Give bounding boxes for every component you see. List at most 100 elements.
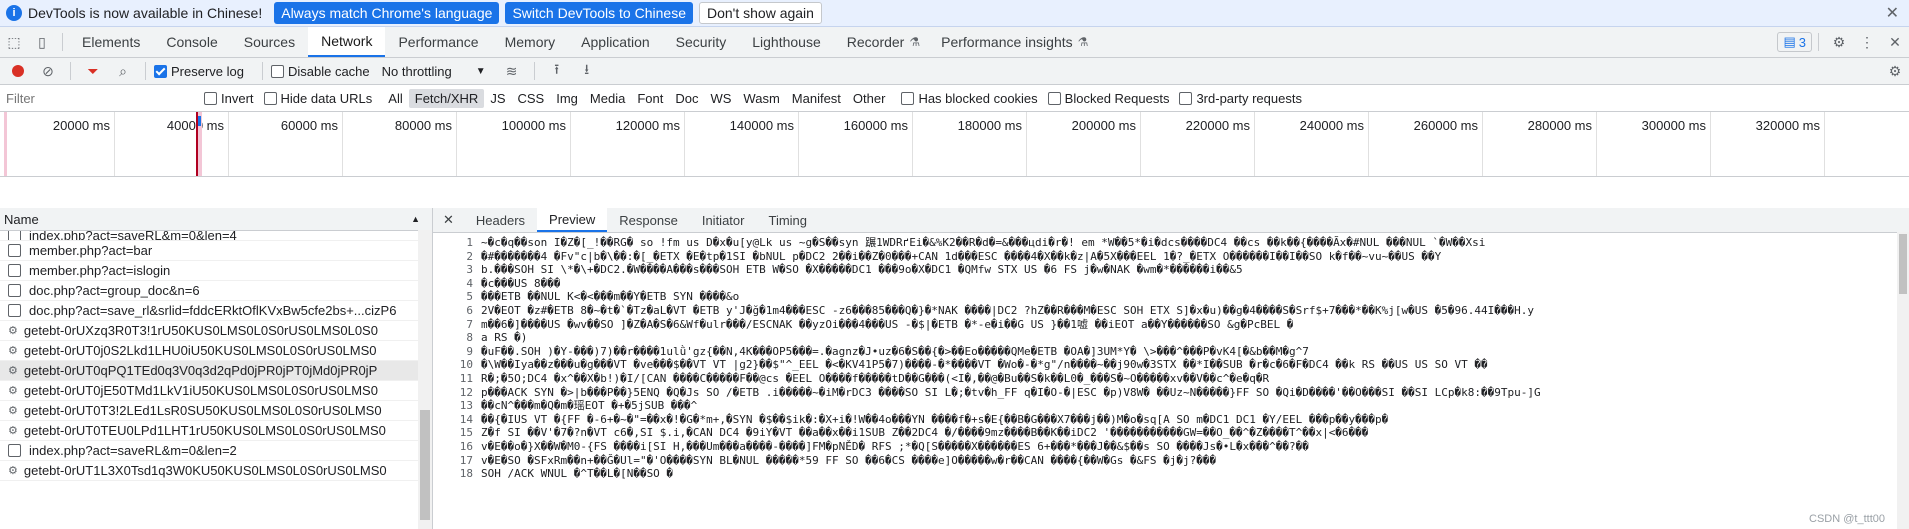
detail-tab-response[interactable]: Response	[607, 208, 690, 232]
request-name: getebt-0rUT0j0S2Lkd1LHU0iU50KUS0LMS0L0S0…	[23, 343, 377, 358]
filter-type-ws[interactable]: WS	[704, 91, 737, 106]
filter-type-media[interactable]: Media	[584, 91, 631, 106]
tab-performance[interactable]: Performance	[385, 27, 491, 57]
filter-type-css[interactable]: CSS	[512, 91, 551, 106]
filter-type-fetch-xhr[interactable]: Fetch/XHR	[408, 88, 485, 108]
request-name: member.php?act=bar	[29, 243, 153, 258]
invert-checkbox[interactable]: Invert	[204, 91, 254, 106]
throttling-select[interactable]: No throttling ▼	[382, 64, 486, 79]
request-row[interactable]: ⚙ getebt-0rUT0T3!2LEd1LsR0SU50KUS0LMS0L0S…	[0, 401, 432, 421]
request-name: getebt-0rUT0TEU0LPd1LHT1rU50KUS0LMS0L0S0…	[23, 423, 386, 438]
filter-type-other[interactable]: Other	[847, 91, 892, 106]
detail-tab-initiator[interactable]: Initiator	[690, 208, 757, 232]
tab-console[interactable]: Console	[153, 27, 230, 57]
line-number: 8	[466, 331, 473, 345]
disable-cache-checkbox[interactable]: Disable cache	[270, 64, 370, 79]
preview-line: p���ACK SYN �>|b���P��}5ENQ �Q�Js SO /�E…	[481, 385, 1541, 399]
request-row[interactable]: ⚙ getebt-0rUT1L3X0Tsd1q3W0KU50KUS0LMS0L0S…	[0, 461, 432, 481]
language-infobar: i DevTools is now available in Chinese! …	[0, 0, 1909, 27]
tab-network[interactable]: Network	[308, 27, 386, 57]
filter-type-all[interactable]: All	[382, 91, 408, 106]
request-row[interactable]: doc.php?act=group_doc&n=6	[0, 281, 432, 301]
timeline-gridline	[1026, 112, 1027, 176]
timeline-tick-label: 180000 ms	[957, 118, 1022, 133]
line-number: 17	[459, 453, 473, 467]
export-har-icon[interactable]: ⭳	[573, 59, 601, 83]
tab-recorder[interactable]: Recorder	[834, 27, 918, 57]
request-row[interactable]: member.php?act=bar	[0, 241, 432, 261]
has-blocked-cookies-checkbox[interactable]: Has blocked cookies	[901, 91, 1038, 106]
tab-sources[interactable]: Sources	[231, 27, 308, 57]
timeline-tick-label: 320000 ms	[1755, 118, 1820, 133]
request-row[interactable]: ⚙ getebt-0rUT0jE50TMd1LkV1iU50KUS0LMS0L0S…	[0, 381, 432, 401]
preview-line: 2V�EOT �z#�ETB 8�~�t�`�Tz�aL�VT �ETB y'J…	[481, 303, 1534, 317]
request-row[interactable]: index.php?act=saveRL&m=0&len=4	[0, 231, 432, 241]
filter-type-manifest[interactable]: Manifest	[786, 91, 847, 106]
search-icon[interactable]: ⌕	[109, 63, 137, 80]
request-row[interactable]: index.php?act=saveRL&m=0&len=2	[0, 441, 432, 461]
issues-badge[interactable]: ▤ 3	[1777, 32, 1812, 52]
switch-chinese-button[interactable]: Switch DevTools to Chinese	[505, 2, 693, 24]
timeline-tick-label: 100000 ms	[501, 118, 566, 133]
preserve-log-checkbox[interactable]: Preserve log	[154, 64, 244, 79]
request-row[interactable]: ⚙ getebt-0rUT0j0S2Lkd1LHU0iU50KUS0LMS0L0S…	[0, 341, 432, 361]
tab-application[interactable]: Application	[568, 27, 663, 57]
inspect-element-icon[interactable]: ⬚	[0, 34, 28, 51]
request-row[interactable]: doc.php?act=save_rl&srlid=fddcERktOflKVx…	[0, 301, 432, 321]
network-timeline-overview[interactable]: 20000 ms 40000 ms 60000 ms 80000 ms 100000 m…	[0, 112, 1909, 177]
request-name: getebt-0rUXzq3R0T3!1rU50KUS0LMS0L0S0rUS0…	[23, 323, 378, 338]
filter-type-wasm[interactable]: Wasm	[737, 91, 785, 106]
filter-input[interactable]	[0, 89, 158, 107]
timeline-tick-label: 140000 ms	[729, 118, 794, 133]
request-list-scrollbar[interactable]	[418, 230, 432, 529]
timeline-tick-label: 120000 ms	[615, 118, 680, 133]
name-column-header[interactable]: Name ▲	[0, 208, 432, 231]
settings-gear-icon[interactable]: ⚙	[1825, 34, 1853, 51]
filter-type-js[interactable]: JS	[484, 91, 511, 106]
infobar-message: DevTools is now available in Chinese!	[28, 5, 263, 21]
timeline-tick-label: 300000 ms	[1641, 118, 1706, 133]
request-name: doc.php?act=group_doc&n=6	[29, 283, 200, 298]
third-party-requests-checkbox[interactable]: 3rd-party requests	[1179, 91, 1302, 106]
network-conditions-icon[interactable]: ≋	[498, 63, 526, 80]
more-options-icon[interactable]: ⋮	[1853, 34, 1881, 51]
close-detail-icon[interactable]: ✕	[433, 208, 464, 232]
preview-line: ��cN^���m�Q�m�瑶EOT �+�5jSUB ���^	[481, 399, 698, 413]
close-infobar-icon[interactable]: ✕	[1882, 3, 1903, 23]
request-row[interactable]: ⚙ getebt-0rUT0qPQ1TEd0q3V0q3d2qPd0jPR0jPT…	[0, 361, 432, 381]
record-button[interactable]	[4, 65, 32, 77]
request-row[interactable]: member.php?act=islogin	[0, 261, 432, 281]
timeline-tick-label: 240000 ms	[1299, 118, 1364, 133]
tab-lighthouse[interactable]: Lighthouse	[739, 27, 834, 57]
request-type-icon: ⚙	[8, 425, 18, 437]
match-language-button[interactable]: Always match Chrome's language	[274, 2, 500, 24]
filter-type-doc[interactable]: Doc	[669, 91, 704, 106]
detail-tab-preview[interactable]: Preview	[537, 208, 608, 232]
preview-line: ~�c�q��son I�Z�[_!��RG� so !fm us D�x�u[…	[481, 236, 1486, 249]
filter-type-font[interactable]: Font	[631, 91, 669, 106]
preview-scrollbar[interactable]	[1897, 232, 1909, 529]
request-row[interactable]: ⚙ getebt-0rUXzq3R0T3!1rU50KUS0LMS0L0S0rUS…	[0, 321, 432, 341]
hide-data-urls-checkbox[interactable]: Hide data URLs	[263, 91, 372, 106]
detail-tab-timing[interactable]: Timing	[756, 208, 819, 232]
close-devtools-icon[interactable]: ✕	[1881, 34, 1909, 51]
tab-security[interactable]: Security	[663, 27, 740, 57]
device-toolbar-icon[interactable]: ▯	[28, 34, 56, 51]
clear-icon[interactable]: ⊘	[34, 63, 62, 80]
tab-performance-insights[interactable]: Performance insights	[928, 27, 1086, 57]
line-number: 13	[459, 399, 473, 413]
request-type-icon: ⚙	[8, 325, 18, 337]
tab-memory[interactable]: Memory	[492, 27, 569, 57]
request-name: getebt-0rUT1L3X0Tsd1q3W0KU50KUS0LMS0L0S0…	[23, 463, 387, 478]
detail-tab-headers[interactable]: Headers	[464, 208, 537, 232]
filter-funnel-icon[interactable]: ⏷	[79, 63, 107, 80]
request-type-icon: ⚙	[8, 385, 18, 397]
request-row[interactable]: ⚙ getebt-0rUT0TEU0LPd1LHT1rU50KUS0LMS0L0S…	[0, 421, 432, 441]
import-har-icon[interactable]: ⭱	[543, 59, 571, 83]
dont-show-again-button[interactable]: Don't show again	[698, 2, 822, 24]
filter-type-img[interactable]: Img	[550, 91, 584, 106]
network-settings-gear-icon[interactable]: ⚙	[1881, 63, 1909, 80]
preview-line: R�;�5O;DC4 �x^��X�b!)�I/[CAN ����C�����F…	[481, 371, 1270, 385]
tab-elements[interactable]: Elements	[69, 27, 153, 57]
blocked-requests-checkbox[interactable]: Blocked Requests	[1047, 91, 1169, 106]
